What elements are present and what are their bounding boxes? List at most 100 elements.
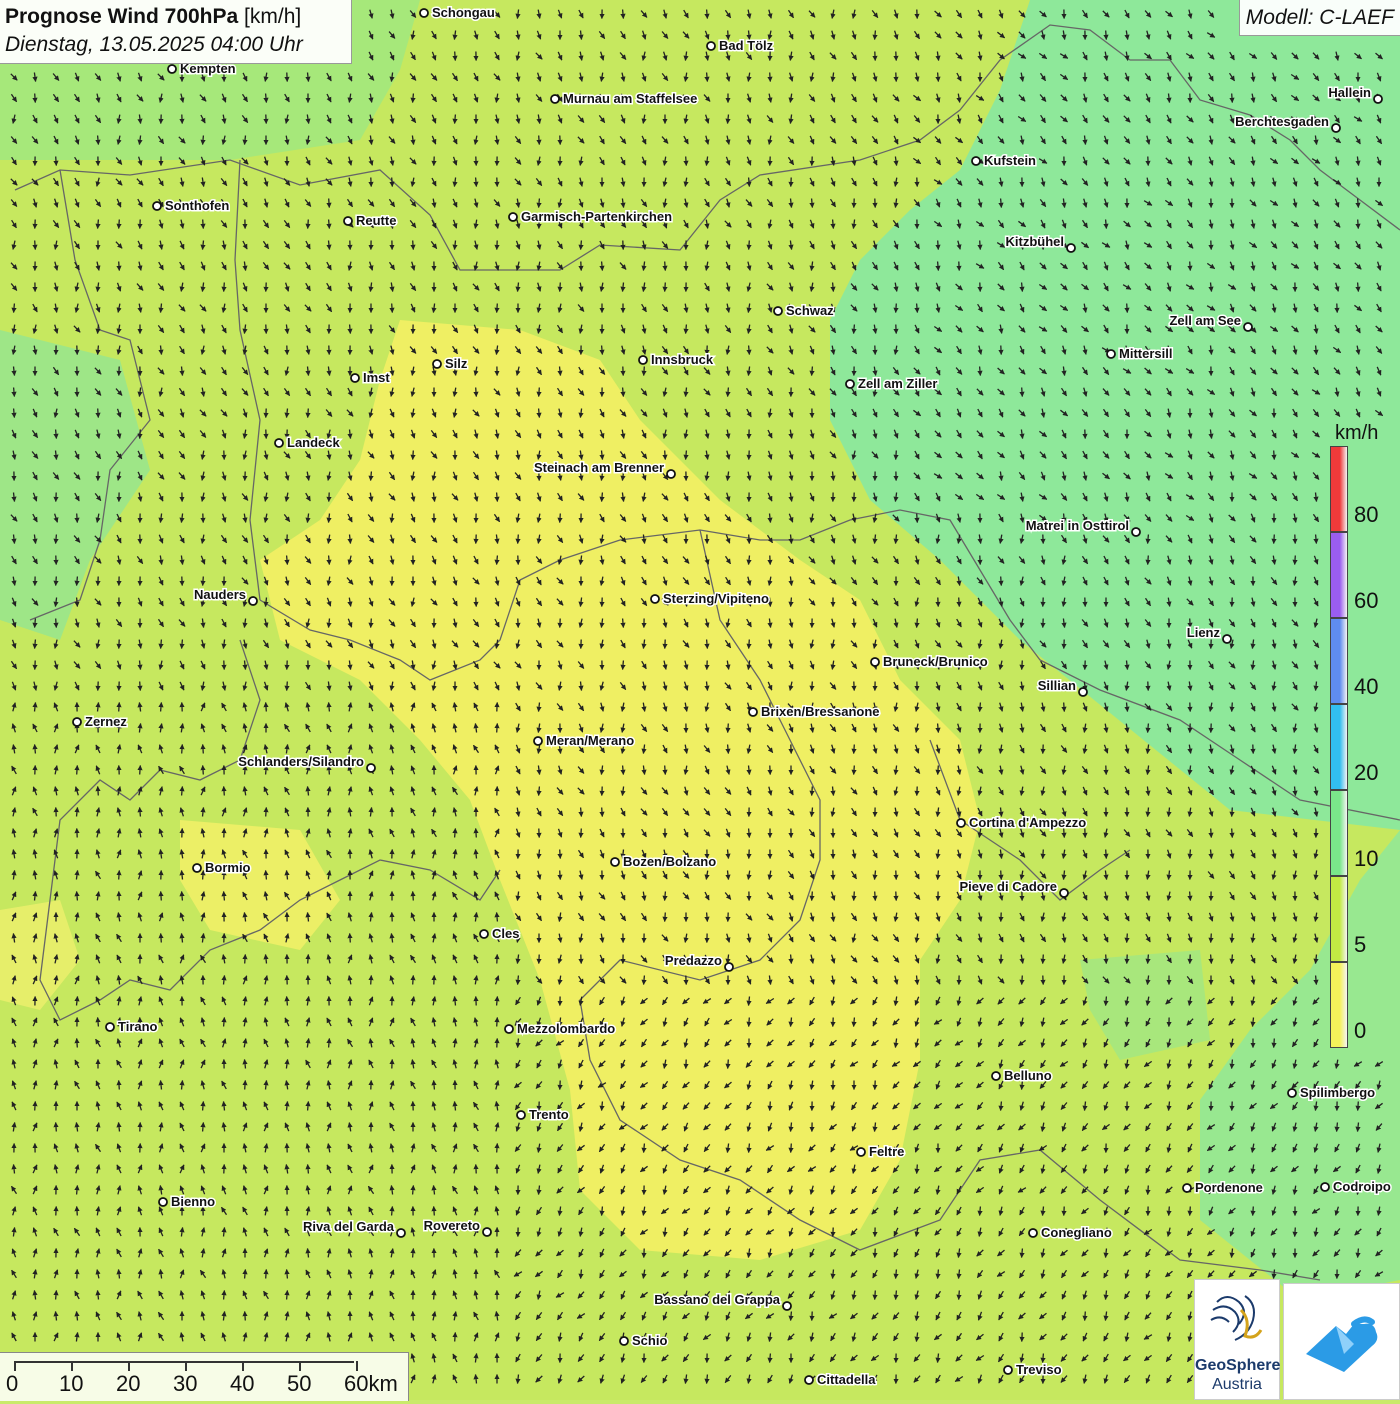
wind-arrow — [1043, 850, 1044, 859]
city-label: Reutte — [356, 213, 396, 228]
wind-arrow — [581, 829, 582, 838]
legend-label: 20 — [1354, 760, 1378, 786]
wind-arrow — [455, 1333, 456, 1342]
wind-arrow — [1232, 1060, 1233, 1069]
wind-arrow — [581, 1270, 582, 1279]
wind-arrow — [182, 787, 183, 796]
wind-arrow — [77, 1186, 78, 1195]
wind-arrow — [119, 262, 120, 271]
wind-arrow — [812, 199, 813, 208]
wind-arrow — [938, 241, 939, 250]
city-dot — [106, 1023, 114, 1031]
legend-label: 40 — [1354, 674, 1378, 700]
wind-arrow — [749, 829, 750, 838]
city-dot — [1107, 350, 1115, 358]
wind-arrow — [770, 598, 771, 607]
wind-arrow — [644, 1144, 645, 1153]
wind-map: SchongauBad TölzKemptenMurnau am Staffel… — [0, 0, 1400, 1400]
wind-arrow — [728, 388, 729, 397]
wind-arrow — [707, 913, 708, 922]
wind-arrow — [938, 73, 939, 82]
city-label: Zell am Ziller — [858, 376, 937, 391]
wind-arrow — [350, 934, 351, 943]
wind-arrow — [791, 598, 792, 607]
city-marker: Cortina d'Ampezzo — [957, 815, 1086, 830]
wind-arrow — [1358, 199, 1359, 208]
wind-arrow — [1190, 262, 1191, 271]
city-dot — [1223, 635, 1231, 643]
wind-arrow — [308, 220, 309, 229]
city-label: Pieve di Cadore — [959, 879, 1057, 894]
wind-arrow — [980, 703, 981, 712]
wind-arrow — [203, 766, 204, 775]
wind-arrow — [266, 94, 267, 103]
wind-arrow — [371, 976, 372, 985]
city-dot — [725, 963, 733, 971]
wind-arrow — [1148, 556, 1149, 565]
city-label: Innsbruck — [651, 352, 714, 367]
scale-tick — [356, 1361, 358, 1371]
wind-arrow — [245, 955, 246, 964]
wind-arrow — [56, 430, 57, 439]
wind-arrow — [56, 157, 57, 166]
wind-arrow — [854, 766, 855, 775]
forecast-time: Dienstag, 13.05.2025 04:00 Uhr — [5, 31, 346, 59]
wind-arrow — [833, 283, 834, 292]
wind-arrow — [140, 682, 141, 691]
city-dot — [774, 307, 782, 315]
wind-arrow — [1358, 283, 1359, 292]
wind-arrow — [1232, 94, 1233, 103]
wind-arrow — [497, 1018, 498, 1027]
wind-arrow — [35, 619, 36, 628]
wind-arrow — [98, 136, 99, 145]
scale-label: 40 — [230, 1371, 254, 1397]
wind-arrow — [917, 304, 918, 313]
wind-arrow — [539, 136, 540, 145]
wind-arrow — [602, 493, 603, 502]
wind-arrow — [476, 178, 477, 187]
wind-arrow — [56, 1291, 57, 1300]
wind-arrow — [1148, 535, 1149, 544]
wind-arrow — [707, 73, 708, 82]
wind-arrow — [77, 766, 78, 775]
wind-arrow — [266, 871, 267, 880]
wind-arrow — [413, 1312, 414, 1321]
wind-arrow — [224, 283, 225, 292]
wind-arrow — [35, 640, 36, 649]
city-label: Tirano — [118, 1019, 158, 1034]
city-dot — [480, 930, 488, 938]
wind-arrow — [287, 1291, 288, 1300]
wind-arrow — [770, 1354, 771, 1363]
city-dot — [433, 360, 441, 368]
wind-arrow — [497, 304, 498, 313]
wind-arrow — [560, 871, 561, 880]
wind-arrow — [203, 745, 204, 754]
wind-arrow — [854, 325, 855, 334]
city-label: Riva del Garda — [303, 1219, 395, 1234]
wind-arrow — [140, 766, 141, 775]
wind-arrow — [896, 451, 897, 460]
wind-arrow — [1001, 1102, 1002, 1111]
wind-arrow — [413, 1249, 414, 1258]
city-label: Sterzing/Vipiteno — [663, 591, 769, 606]
city-dot — [1183, 1184, 1191, 1192]
wind-arrow — [1148, 1186, 1149, 1195]
city-label: Pordenone — [1195, 1180, 1263, 1195]
city-marker: Murnau am Staffelsee — [551, 91, 697, 106]
geosphere-logo: GeoSphere Austria — [1194, 1279, 1280, 1400]
wind-arrow — [854, 745, 855, 754]
wind-arrow — [308, 409, 309, 418]
wind-arrow — [98, 346, 99, 355]
city-label: Schio — [632, 1333, 667, 1348]
wind-arrow — [980, 1207, 981, 1216]
city-dot — [1079, 688, 1087, 696]
city-marker: Mezzolombardo — [505, 1021, 615, 1036]
city-label: Landeck — [287, 435, 341, 450]
scale-label: 30 — [173, 1371, 197, 1397]
wind-arrow — [1295, 556, 1296, 565]
wind-arrow — [35, 1102, 36, 1111]
city-label: Meran/Merano — [546, 733, 634, 748]
wind-arrow — [1148, 955, 1149, 964]
wind-arrow — [1232, 955, 1233, 964]
city-marker: Bruneck/Brunico — [871, 654, 988, 669]
